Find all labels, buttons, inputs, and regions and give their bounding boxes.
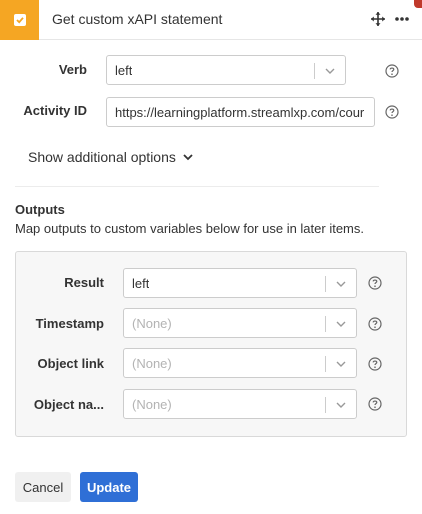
chevron-down-icon [336, 321, 346, 327]
object-name-label: Object na... [33, 397, 104, 412]
header-badge [0, 0, 39, 40]
show-more-label: Show additional options [28, 149, 176, 165]
dialog-header: Get custom xAPI statement [0, 0, 422, 40]
activity-id-label: Activity ID [23, 103, 87, 118]
help-icon[interactable] [368, 276, 382, 290]
update-button[interactable]: Update [80, 472, 138, 502]
verb-value: left [115, 63, 133, 78]
timestamp-value: (None) [132, 316, 172, 331]
check-icon [13, 14, 26, 26]
outputs-title: Outputs [15, 202, 65, 217]
select-separator [325, 316, 326, 332]
show-additional-options-toggle[interactable]: Show additional options [28, 149, 194, 165]
select-separator [325, 356, 326, 372]
verb-label: Verb [58, 62, 87, 77]
move-icon[interactable] [370, 11, 386, 27]
help-icon[interactable] [368, 317, 382, 331]
chevron-down-icon [336, 361, 346, 367]
chevron-down-icon [183, 154, 193, 161]
object-name-value: (None) [132, 397, 172, 412]
help-icon[interactable] [368, 357, 382, 371]
cancel-button[interactable]: Cancel [15, 472, 71, 502]
result-label: Result [64, 275, 104, 290]
help-icon[interactable] [385, 64, 399, 78]
verb-select[interactable]: left [106, 55, 346, 85]
help-icon[interactable] [385, 105, 399, 119]
activity-id-value: https://learningplatform.streamlxp.com/c… [115, 105, 365, 120]
help-icon[interactable] [368, 397, 382, 411]
outputs-description: Map outputs to custom variables below fo… [15, 221, 364, 236]
select-separator [325, 397, 326, 413]
object-link-value: (None) [132, 356, 172, 371]
object-name-select[interactable]: (None) [123, 389, 357, 419]
chevron-down-icon [336, 281, 346, 287]
object-link-select[interactable]: (None) [123, 348, 357, 378]
activity-id-input[interactable]: https://learningplatform.streamlxp.com/c… [106, 97, 375, 127]
more-icon[interactable] [394, 11, 410, 27]
object-link-label: Object link [37, 356, 104, 371]
result-value: left [132, 276, 150, 291]
chevron-down-icon [325, 68, 335, 74]
result-select[interactable]: left [123, 268, 357, 298]
corner-marker [414, 0, 422, 8]
dialog-title: Get custom xAPI statement [52, 11, 223, 27]
select-separator [325, 276, 326, 292]
select-separator [314, 63, 315, 79]
section-divider [15, 186, 379, 187]
chevron-down-icon [336, 402, 346, 408]
timestamp-label: Timestamp [35, 316, 104, 331]
timestamp-select[interactable]: (None) [123, 308, 357, 338]
